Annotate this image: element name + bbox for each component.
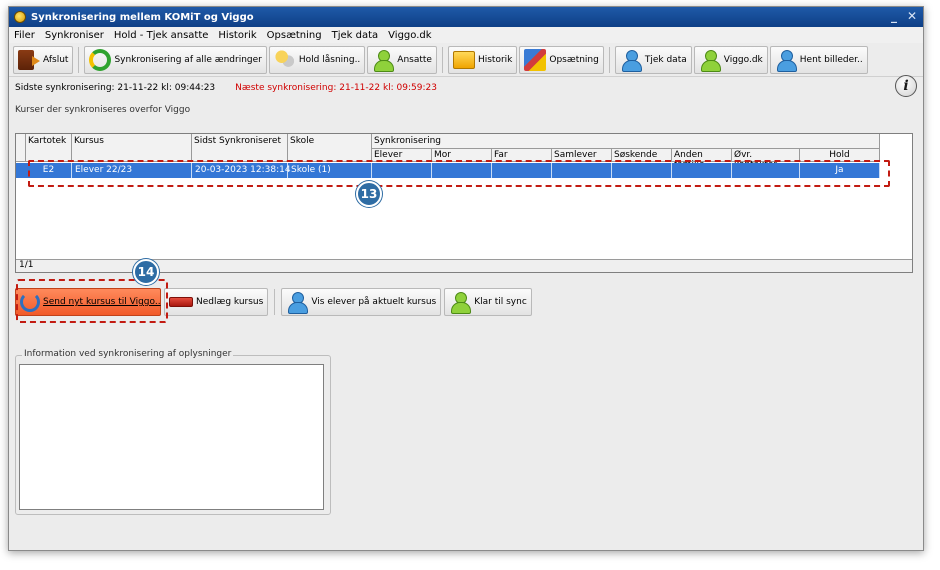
- staff-button[interactable]: Ansatte: [367, 45, 437, 74]
- check-data-label: Tjek data: [644, 54, 687, 65]
- subheader-hold[interactable]: Hold: [800, 148, 880, 162]
- students-icon: [286, 291, 309, 314]
- grid-corner-icon: [16, 134, 26, 162]
- viggo-person-icon: [699, 49, 721, 72]
- subheader-samlever[interactable]: Samlever: [552, 148, 612, 162]
- exit-door-icon: [18, 49, 40, 70]
- viggo-button[interactable]: Viggo.dk: [693, 45, 768, 74]
- cell-skole: Skole (1): [288, 163, 372, 178]
- header-kartotek[interactable]: Kartotek: [26, 134, 72, 162]
- sync-all-label: Synkronisering af alle ændringer: [114, 54, 262, 65]
- courses-group-label: Kurser der synkroniseres overfor Viggo: [15, 105, 191, 115]
- subheader-mor[interactable]: Mor: [432, 148, 492, 162]
- hold-lock-button[interactable]: Hold låsning..: [268, 45, 366, 74]
- subheader-oevr-kontakter[interactable]: Øvr. kontakter: [732, 148, 800, 170]
- show-students-button[interactable]: Vis elever på aktuelt kursus: [281, 288, 442, 316]
- subheader-far[interactable]: Far: [492, 148, 552, 162]
- menu-bar: Filer Synkroniser Hold - Tjek ansatte Hi…: [9, 27, 923, 43]
- ready-sync-button[interactable]: Klar til sync: [444, 288, 532, 316]
- check-data-button[interactable]: Tjek data: [614, 45, 692, 74]
- header-sidst-synkroniseret[interactable]: Sidst Synkroniseret: [192, 134, 288, 162]
- history-button[interactable]: Historik: [447, 45, 518, 74]
- window-controls: _ ✕: [891, 9, 917, 23]
- cell-oevr-kontakter: [732, 163, 800, 178]
- grid-header: Kartotek Kursus Sidst Synkroniseret Skol…: [16, 134, 880, 170]
- info-group-label: Information ved synkronisering af oplysn…: [22, 349, 234, 359]
- setup-label: Opsætning: [549, 54, 599, 65]
- header-synkronisering: Synkronisering: [372, 134, 880, 148]
- header-kursus[interactable]: Kursus: [72, 134, 192, 162]
- minimize-button[interactable]: _: [891, 9, 897, 23]
- info-icon[interactable]: i: [895, 75, 917, 97]
- subheader-anden-familie[interactable]: Anden familie: [672, 148, 732, 170]
- step-badge-14: 14: [133, 259, 159, 285]
- subheader-soeskende[interactable]: Søskende: [612, 148, 672, 162]
- fetch-images-button[interactable]: Hent billeder..: [769, 45, 868, 74]
- tools-icon: [524, 48, 547, 71]
- course-actions: Send nyt kursus til Viggo.. Nedlæg kursu…: [15, 285, 532, 319]
- cell-sidst: 20-03-2023 12:38:14: [192, 163, 291, 178]
- cell-hold: Ja: [800, 163, 880, 178]
- cell-samlever: [552, 163, 612, 178]
- info-textarea[interactable]: [19, 364, 324, 510]
- menu-synkroniser[interactable]: Synkroniser: [44, 30, 105, 41]
- last-sync-text: Sidste synkronisering: 21-11-22 kl: 09:4…: [15, 83, 216, 93]
- sync-all-button[interactable]: Synkronisering af alle ændringer: [84, 45, 267, 74]
- menu-historik[interactable]: Historik: [217, 30, 257, 41]
- cell-mor: [432, 163, 492, 178]
- viggo-label: Viggo.dk: [723, 54, 763, 65]
- menu-opsaetning[interactable]: Opsætning: [266, 30, 323, 41]
- hold-lock-label: Hold låsning..: [298, 54, 361, 65]
- main-window: Synkronisering mellem KOMiT og Viggo _ ✕…: [8, 6, 924, 551]
- close-course-button[interactable]: Nedlæg kursus: [164, 288, 269, 316]
- app-logo-icon: [14, 11, 26, 23]
- table-row[interactable]: E2 Elever 22/23 20-03-2023 12:38:14 Skol…: [16, 163, 880, 178]
- person-icon: [372, 49, 395, 72]
- send-new-course-button[interactable]: Send nyt kursus til Viggo..: [15, 288, 161, 316]
- toolbar: Afslut Synkronisering af alle ændringer …: [9, 43, 923, 77]
- cell-elever: [372, 163, 432, 178]
- sync-status: Sidste synkronisering: 21-11-22 kl: 09:4…: [9, 75, 923, 99]
- cell-kursus: Elever 22/23: [72, 163, 192, 178]
- menu-tjek-data[interactable]: Tjek data: [331, 30, 380, 41]
- cell-soeskende: [612, 163, 672, 178]
- setup-button[interactable]: Opsætning: [519, 45, 604, 74]
- toolbar-separator: [78, 46, 80, 73]
- menu-filer[interactable]: Filer: [13, 30, 36, 41]
- next-sync-text: Næste synkronisering: 21-11-22 kl: 09:59…: [235, 83, 437, 93]
- title-bar: Synkronisering mellem KOMiT og Viggo _ ✕: [9, 7, 923, 27]
- cell-anden-familie: [672, 163, 732, 178]
- exit-button[interactable]: Afslut: [13, 45, 74, 74]
- window-title: Synkronisering mellem KOMiT og Viggo: [31, 11, 254, 23]
- person-image-icon: [775, 49, 797, 72]
- red-bar-icon: [169, 297, 193, 307]
- ready-person-icon: [449, 291, 472, 314]
- keys-icon: [273, 48, 296, 71]
- exit-label: Afslut: [43, 54, 69, 65]
- actions-separator: [274, 289, 276, 315]
- menu-viggo-dk[interactable]: Viggo.dk: [387, 30, 432, 41]
- staff-label: Ansatte: [397, 54, 432, 65]
- courses-grid[interactable]: Kartotek Kursus Sidst Synkroniseret Skol…: [15, 133, 913, 273]
- header-skole[interactable]: Skole: [288, 134, 372, 162]
- history-label: Historik: [477, 54, 513, 65]
- toolbar-separator: [608, 46, 610, 73]
- sync-icon: [89, 48, 112, 71]
- ready-sync-label: Klar til sync: [474, 297, 527, 307]
- show-students-label: Vis elever på aktuelt kursus: [311, 297, 437, 307]
- cell-far: [492, 163, 552, 178]
- refresh-icon: [20, 292, 40, 312]
- fetch-images-label: Hent billeder..: [799, 54, 863, 65]
- info-group: Information ved synkronisering af oplysn…: [15, 349, 331, 515]
- close-button[interactable]: ✕: [907, 9, 917, 23]
- step-badge-13: 13: [356, 181, 382, 207]
- folder-icon: [452, 50, 475, 69]
- subheader-elever[interactable]: Elever: [372, 148, 432, 162]
- cell-kartotek: E2: [26, 163, 72, 178]
- toolbar-separator: [441, 46, 443, 73]
- menu-hold-tjek-ansatte[interactable]: Hold - Tjek ansatte: [113, 30, 210, 41]
- send-new-course-label: Send nyt kursus til Viggo..: [43, 297, 161, 307]
- person-check-icon: [620, 49, 642, 72]
- close-course-label: Nedlæg kursus: [196, 297, 264, 307]
